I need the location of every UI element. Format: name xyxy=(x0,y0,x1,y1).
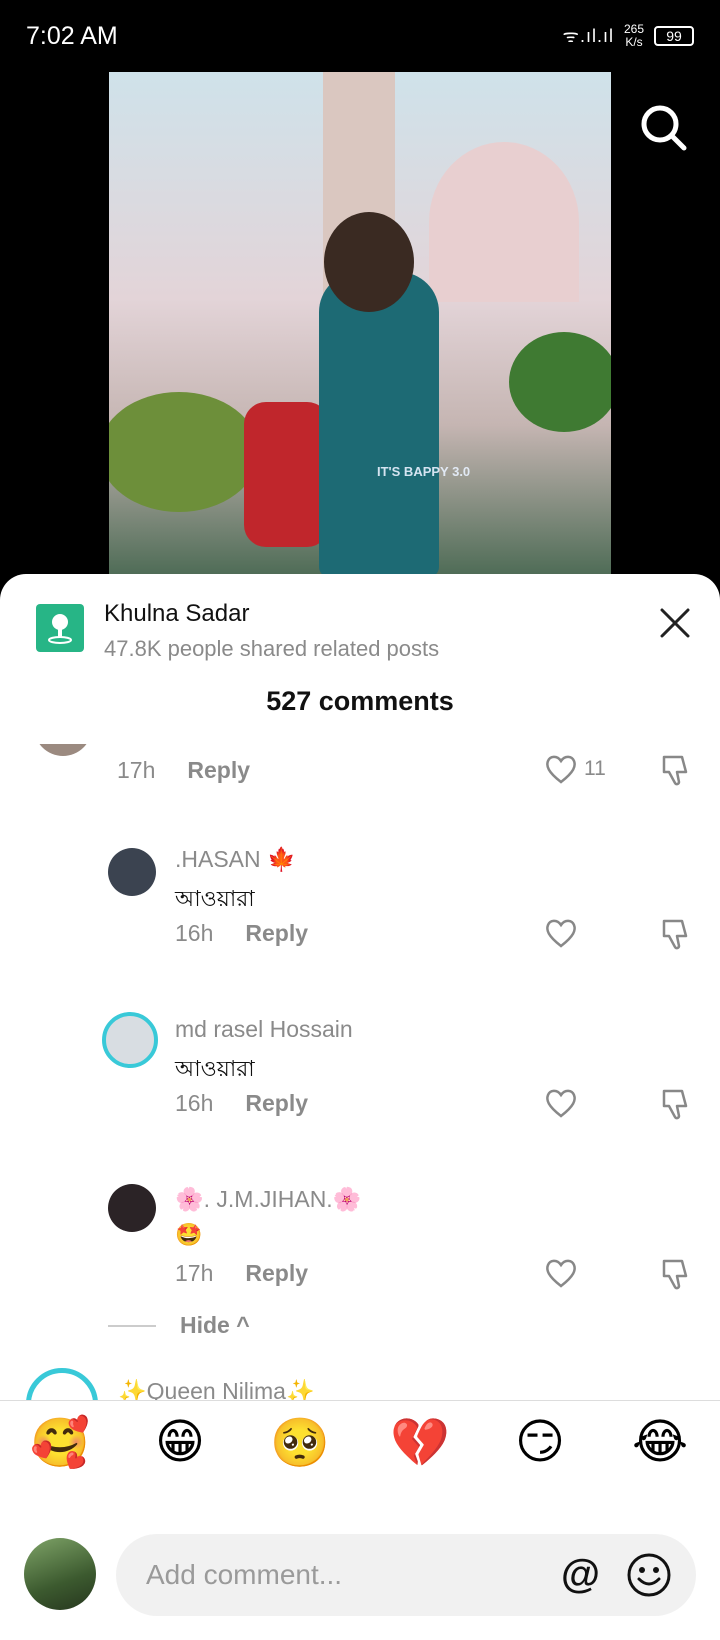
status-bar: 7:02 AM ᯤ.ıl.ıl 265 K/s 99 xyxy=(0,0,720,72)
heart-icon xyxy=(546,919,576,948)
hide-replies-button[interactable]: Hide ^ xyxy=(108,1312,250,1339)
video-watermark: IT'S BAPPY 3.0 xyxy=(377,464,471,479)
network-speed: 265 K/s xyxy=(624,23,644,49)
comment-box[interactable]: @ xyxy=(116,1534,696,1616)
comment-meta: 16h Reply xyxy=(175,920,308,947)
dislike-icon[interactable] xyxy=(658,1256,694,1292)
reply-button[interactable]: Reply xyxy=(245,1090,308,1117)
comments-sheet: Khulna Sadar 47.8K people shared related… xyxy=(0,574,720,1640)
my-avatar[interactable] xyxy=(24,1538,96,1610)
dislike-icon[interactable] xyxy=(658,1086,694,1122)
status-time: 7:02 AM xyxy=(26,21,118,50)
location-pin-icon xyxy=(36,604,84,652)
status-indicators: ᯤ.ıl.ıl 265 K/s 99 xyxy=(563,23,694,49)
quick-emoji-bar: 🥰 😁 🥺 💔 😏 😂 xyxy=(0,1414,720,1471)
network-speed-unit: K/s xyxy=(625,35,643,49)
comment-text: আওয়ারা xyxy=(175,886,255,911)
battery-level: 99 xyxy=(666,28,682,44)
comment-meta: 16h Reply xyxy=(175,1090,308,1117)
video-person-head xyxy=(324,212,414,312)
avatar[interactable] xyxy=(108,848,156,896)
divider xyxy=(0,1400,720,1401)
comment-author[interactable]: 🌸. J.M.JIHAN.🌸 xyxy=(175,1186,361,1213)
like-button[interactable] xyxy=(544,916,578,950)
hide-label: Hide ^ xyxy=(180,1312,250,1338)
mention-button[interactable]: @ xyxy=(561,1552,600,1596)
video-player[interactable]: IT'S BAPPY 3.0 xyxy=(109,72,611,577)
search-icon[interactable] xyxy=(636,100,692,156)
avatar[interactable] xyxy=(26,1368,98,1400)
battery-icon: 99 xyxy=(654,26,694,46)
emoji-button[interactable]: 😏 xyxy=(504,1414,576,1471)
avatar[interactable] xyxy=(108,1184,156,1232)
emoji-button[interactable]: 😂 xyxy=(624,1414,696,1471)
emoji-button[interactable]: 💔 xyxy=(384,1414,456,1471)
emoji-button[interactable]: 🥰 xyxy=(24,1414,96,1471)
emoji-picker-icon[interactable] xyxy=(626,1552,672,1598)
heart-icon xyxy=(546,755,576,784)
comment-author[interactable]: md rasel Hossain xyxy=(175,1016,353,1043)
comment-input[interactable] xyxy=(144,1558,528,1592)
comment-time: 17h xyxy=(117,757,156,783)
comment-author[interactable]: ✨Queen Nilima✨ xyxy=(118,1378,315,1400)
video-bag xyxy=(244,402,329,547)
video-person xyxy=(319,272,439,577)
comment-time: 16h xyxy=(175,920,214,946)
emoji-button[interactable]: 🥺 xyxy=(264,1414,336,1471)
comment-meta: 17h Reply xyxy=(175,1260,308,1287)
signal-icon: ᯤ.ıl.ıl xyxy=(562,26,614,46)
comment-time: 16h xyxy=(175,1090,214,1116)
heart-icon xyxy=(546,1259,576,1288)
comment-meta: 17h Reply xyxy=(117,757,250,784)
heart-icon xyxy=(546,1089,576,1118)
video-dome xyxy=(429,142,579,302)
reply-button[interactable]: Reply xyxy=(245,1260,308,1287)
comments-list: 17h Reply 11 .HASAN 🍁 আওয়ারা 16h Reply … xyxy=(0,744,720,1400)
reply-button[interactable]: Reply xyxy=(245,920,308,947)
dislike-icon[interactable] xyxy=(658,752,694,788)
dislike-icon[interactable] xyxy=(658,916,694,952)
location-name: Khulna Sadar xyxy=(104,600,250,627)
avatar[interactable] xyxy=(102,1012,158,1068)
next-comment-partial: ✨Queen Nilima✨ xyxy=(0,1358,720,1400)
emoji-button[interactable]: 😁 xyxy=(144,1414,216,1471)
comment-time: 17h xyxy=(175,1260,214,1286)
comment-input-row: @ xyxy=(0,1534,720,1628)
location-row[interactable]: Khulna Sadar 47.8K people shared related… xyxy=(36,600,439,662)
close-icon[interactable] xyxy=(656,604,694,642)
like-button[interactable] xyxy=(544,1256,578,1290)
divider-line xyxy=(108,1324,156,1327)
comment-author[interactable]: .HASAN 🍁 xyxy=(175,846,296,873)
reply-button[interactable]: Reply xyxy=(187,757,250,784)
comment-text: 🤩 xyxy=(175,1222,203,1247)
location-subtitle: 47.8K people shared related posts xyxy=(104,636,440,661)
like-button[interactable] xyxy=(544,1086,578,1120)
comment-text: আওয়ারা xyxy=(175,1056,255,1081)
video-tree xyxy=(109,392,259,512)
comment-count: 527 comments xyxy=(266,686,454,716)
video-tree xyxy=(509,332,611,432)
like-button[interactable]: 11 xyxy=(544,752,606,786)
avatar[interactable] xyxy=(34,744,92,756)
like-count: 11 xyxy=(584,757,606,780)
